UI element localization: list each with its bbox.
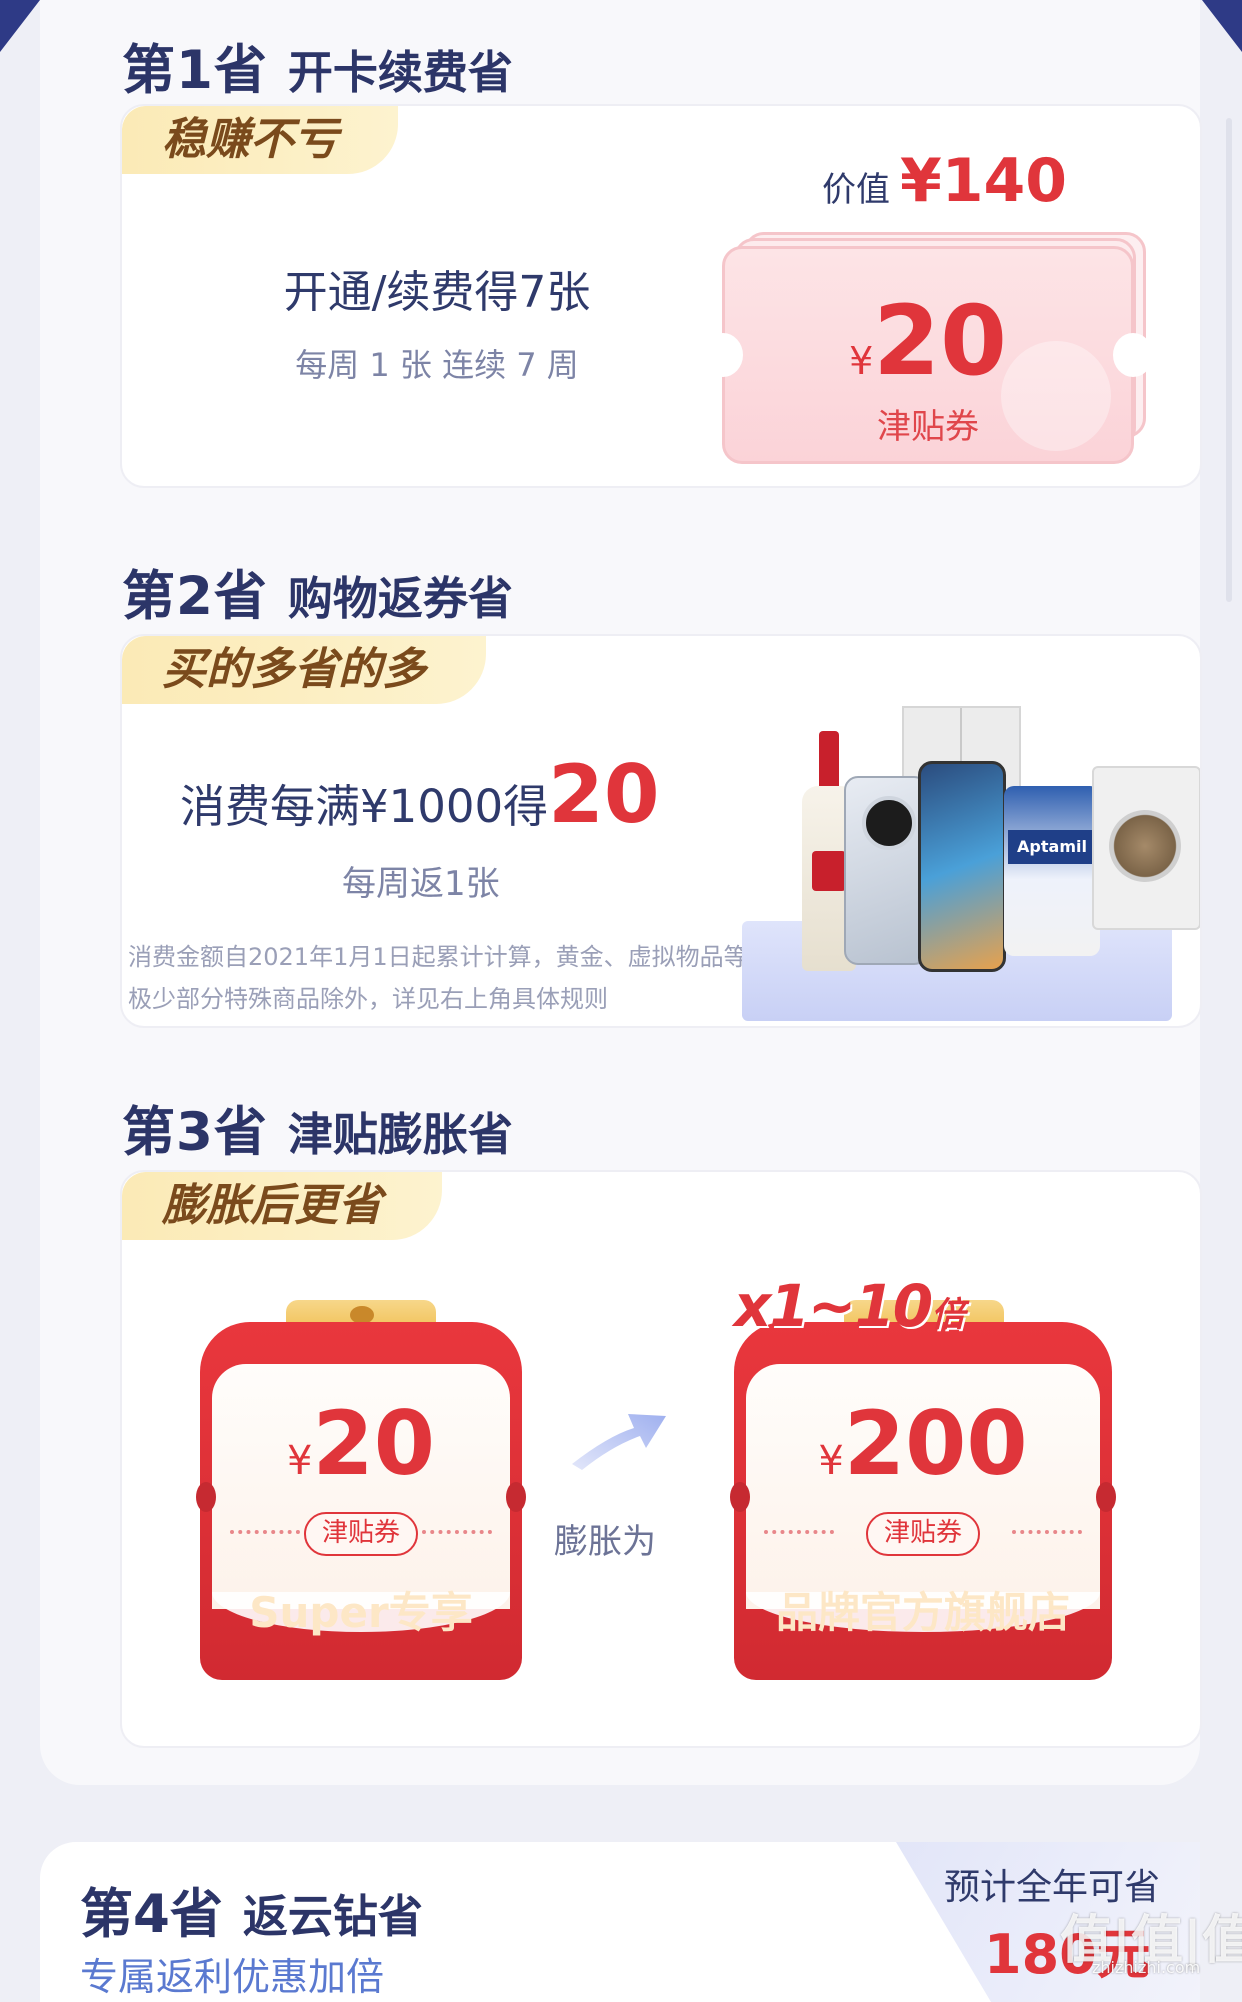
section2-main-amount: 20 — [548, 748, 660, 841]
corner-decoration-left — [0, 0, 40, 52]
section3-badge: 膨胀后更省 — [122, 1172, 442, 1240]
section1-card: 稳赚不亏 开通/续费得7张 每周 1 张 连续 7 周 价值 ¥140 ¥20 津… — [120, 104, 1202, 488]
section1-main-text: 开通/续费得7张 — [283, 267, 591, 318]
section1-sub-text: 每周 1 张 连续 7 周 — [295, 346, 579, 384]
coupon-footer: 品牌官方旗舰店 — [775, 1588, 1070, 1637]
section3-heading: 津贴膨胀省 — [287, 1108, 513, 1161]
value-amount: ¥140 — [900, 146, 1067, 216]
arrow-icon — [572, 1414, 666, 1470]
section2-sub-text: 每周返1张 — [342, 864, 500, 904]
section4-number: 第4省 — [80, 1884, 223, 1945]
section1-number: 第1省 — [122, 40, 268, 101]
section2-main: 消费每满¥1000得20 — [180, 748, 659, 841]
ticket-currency: ¥ — [849, 339, 874, 383]
section2-title: 第2省 购物返券省 — [122, 554, 513, 630]
phone-front-image — [918, 761, 1006, 972]
ticket-amount: ¥20 — [725, 285, 1131, 397]
section1-info: 开通/续费得7张 每周 1 张 连续 7 周 — [202, 256, 672, 386]
multiplier-suffix: 倍 — [931, 1295, 965, 1335]
section1-value: 价值 ¥140 — [822, 146, 1067, 216]
multiplier-range: x1~10 — [734, 1272, 933, 1340]
washing-machine-image — [1092, 766, 1200, 930]
coupon-tag: 津贴券 — [303, 1512, 419, 1556]
section1-title: 第1省 开卡续费省 — [122, 28, 513, 104]
coupon-after: ¥200 津贴券 品牌官方旗舰店 — [730, 1300, 1116, 1680]
section3-title: 第3省 津贴膨胀省 — [122, 1090, 513, 1166]
section2-card: 买的多省的多 消费每满¥1000得20 每周返1张 消费金额自2021年1月1日… — [120, 634, 1202, 1028]
coupon-amount: ¥200 — [734, 1392, 1112, 1495]
section1-badge: 稳赚不亏 — [122, 106, 398, 174]
coupon-value: 200 — [843, 1392, 1028, 1495]
ticket-name: 津贴券 — [877, 407, 979, 447]
coupon-amount: ¥20 — [200, 1392, 522, 1495]
expand-label: 膨胀为 — [554, 1522, 656, 1562]
multiplier-label: x1~10倍 — [734, 1272, 965, 1340]
coupon-currency: ¥ — [818, 1438, 844, 1484]
section3-number: 第3省 — [122, 1102, 268, 1163]
section1-heading: 开卡续费省 — [287, 46, 513, 99]
section2-heading: 购物返券省 — [287, 572, 513, 625]
section4-link[interactable]: 专属返利优惠加倍 — [80, 1946, 384, 2001]
allowance-ticket: ¥20 津贴券 — [703, 246, 1153, 464]
coupon-frame: ¥200 津贴券 品牌官方旗舰店 — [730, 1322, 1116, 1680]
scrollbar[interactable] — [1226, 118, 1232, 602]
section2-badge: 买的多省的多 — [122, 636, 486, 704]
phone-back-image — [844, 776, 928, 965]
corner-decoration-right — [1202, 0, 1242, 52]
section4-title: 第4省 返云钻省 — [80, 1872, 423, 1948]
section2-main-text: 消费每满¥1000得 — [180, 780, 549, 833]
coupon-value: 20 — [312, 1392, 435, 1495]
section2-rules-note: 消费金额自2021年1月1日起累计计算，黄金、虚拟物品等极少部分特殊商品除外，详… — [128, 943, 748, 1013]
section4-heading: 返云钻省 — [242, 1890, 423, 1943]
coupon-footer: Super专享 — [249, 1588, 473, 1637]
section2-number: 第2省 — [122, 566, 268, 627]
coupon-tag: 津贴券 — [865, 1512, 981, 1556]
ticket-value: 20 — [873, 285, 1007, 397]
section3-card: 膨胀后更省 ¥20 津贴券 Super专享 膨胀为 ¥200 津贴券 品牌官方旗… — [120, 1170, 1202, 1748]
coupon-before: ¥20 津贴券 Super专享 — [196, 1300, 526, 1680]
coupon-frame: ¥20 津贴券 Super专享 — [196, 1322, 526, 1680]
milk-powder-brand: Aptamil — [1008, 830, 1096, 864]
watermark-url: zhizhizhi.com — [1092, 1958, 1201, 1977]
value-label: 价值 — [822, 170, 890, 210]
milk-powder-image: Aptamil — [1004, 786, 1100, 956]
coupon-currency: ¥ — [287, 1438, 313, 1484]
benefits-panel: 第1省 开卡续费省 稳赚不亏 开通/续费得7张 每周 1 张 连续 7 周 价值 ¥… — [40, 0, 1202, 1785]
